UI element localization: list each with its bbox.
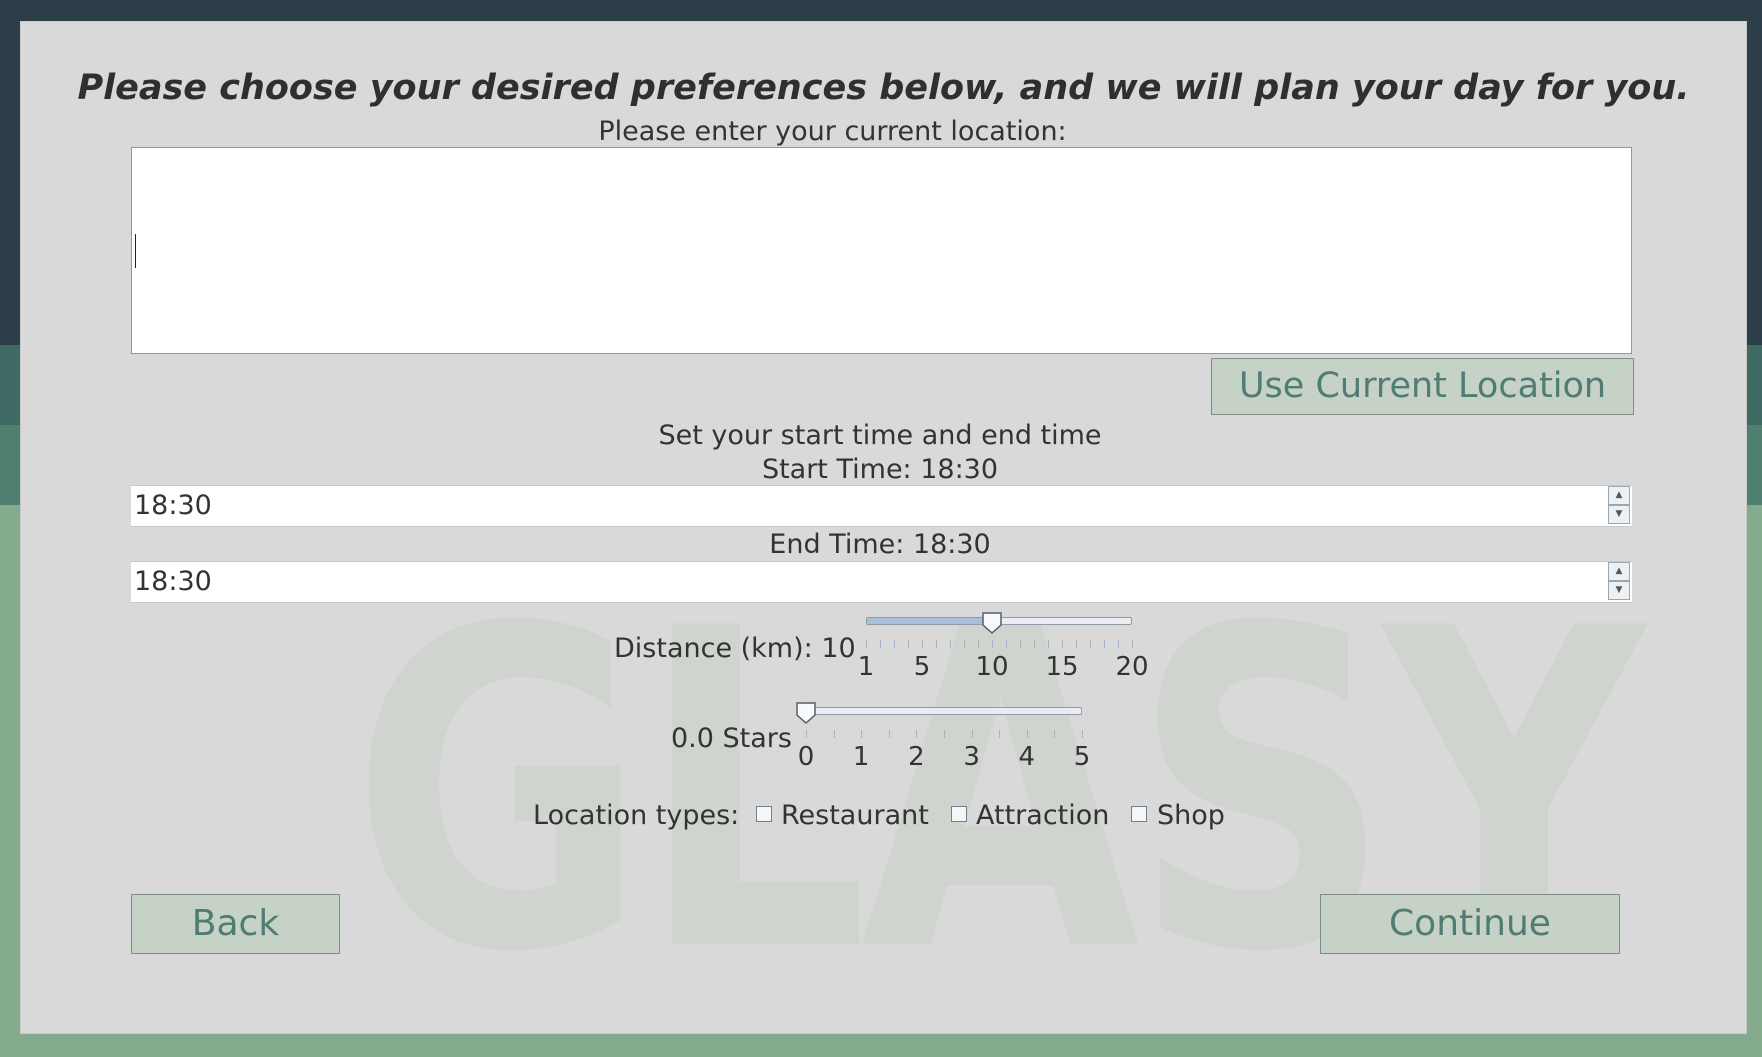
distance-tick-mark xyxy=(922,640,923,648)
rating-tick-mark xyxy=(888,730,890,738)
location-input[interactable] xyxy=(131,147,1632,354)
location-types-label: Location types: xyxy=(533,800,740,831)
start-time-spinner[interactable]: 18:30 ▲ ▼ xyxy=(131,485,1632,527)
distance-tick-mark xyxy=(978,640,979,648)
distance-tick-mark xyxy=(1132,640,1133,648)
distance-tick-label: 15 xyxy=(1045,652,1079,682)
rating-label: 0.0 Stars xyxy=(671,723,792,754)
text-caret xyxy=(135,234,136,268)
use-current-location-button[interactable]: Use Current Location xyxy=(1211,358,1634,415)
distance-tick-mark xyxy=(1076,640,1077,648)
distance-tick-mark xyxy=(950,640,951,648)
distance-tick-mark xyxy=(1034,640,1035,648)
rating-slider-thumb-icon[interactable] xyxy=(796,702,816,724)
distance-tick-label: 1 xyxy=(857,652,875,682)
restaurant-checkbox[interactable] xyxy=(756,806,772,822)
distance-tick-mark xyxy=(1020,640,1021,648)
attraction-checkbox[interactable] xyxy=(951,806,967,822)
start-time-up-arrow-icon[interactable]: ▲ xyxy=(1608,486,1630,505)
rating-tick-label: 4 xyxy=(1018,742,1036,772)
rating-slider[interactable]: 0 1 2 3 4 5 xyxy=(796,702,1090,772)
rating-tick-label: 5 xyxy=(1073,742,1091,772)
start-time-label: Start Time: 18:30 xyxy=(761,454,999,485)
rating-tick-label: 0 xyxy=(797,742,815,772)
shop-checkbox[interactable] xyxy=(1131,806,1147,822)
distance-tick-label: 10 xyxy=(975,652,1009,682)
rating-tick-mark xyxy=(999,730,1001,738)
distance-tick-label: 5 xyxy=(913,652,931,682)
distance-tick-mark xyxy=(908,640,909,648)
attraction-label[interactable]: Attraction xyxy=(976,800,1109,831)
continue-button[interactable]: Continue xyxy=(1320,894,1620,954)
rating-tick-mark xyxy=(1026,730,1028,738)
start-time-value: 18:30 xyxy=(134,490,212,521)
location-label: Please enter your current location: xyxy=(598,116,1067,147)
rating-tick-mark xyxy=(861,730,863,738)
distance-tick-mark xyxy=(992,640,993,648)
distance-tick-mark xyxy=(1062,640,1063,648)
distance-tick-mark xyxy=(964,640,965,648)
shop-label[interactable]: Shop xyxy=(1157,800,1225,831)
rating-tick-label: 2 xyxy=(908,742,925,772)
start-time-down-arrow-icon[interactable]: ▼ xyxy=(1608,505,1630,524)
rating-tick-label: 1 xyxy=(852,742,870,772)
distance-tick-mark xyxy=(880,640,881,648)
time-section-label: Set your start time and end time xyxy=(658,420,1102,451)
rating-tick-mark xyxy=(1082,730,1083,738)
end-time-value: 18:30 xyxy=(134,566,212,597)
rating-tick-mark xyxy=(944,730,945,738)
end-time-label: End Time: 18:30 xyxy=(769,529,991,560)
page-title: Please choose your desired preferences b… xyxy=(77,68,1690,108)
distance-tick-mark xyxy=(1006,640,1007,648)
distance-slider[interactable]: 1 5 10 15 20 xyxy=(858,612,1149,682)
distance-slider-fill xyxy=(867,618,993,624)
distance-tick-label: 20 xyxy=(1115,652,1149,682)
distance-tick-mark xyxy=(1048,640,1049,648)
rating-tick-mark xyxy=(971,730,973,738)
distance-slider-thumb-icon[interactable] xyxy=(982,612,1002,634)
distance-tick-mark xyxy=(936,640,937,648)
distance-tick-mark xyxy=(894,640,895,648)
rating-tick-mark xyxy=(833,730,835,738)
rating-tick-mark xyxy=(806,730,807,738)
distance-label: Distance (km): 10 xyxy=(614,633,856,664)
rating-tick-mark xyxy=(1054,730,1056,738)
distance-tick-mark xyxy=(1118,640,1119,648)
end-time-down-arrow-icon[interactable]: ▼ xyxy=(1608,581,1630,600)
distance-tick-mark xyxy=(1090,640,1091,648)
back-button[interactable]: Back xyxy=(131,894,340,954)
distance-tick-mark xyxy=(866,640,867,648)
rating-tick-label: 3 xyxy=(963,742,980,772)
end-time-up-arrow-icon[interactable]: ▲ xyxy=(1608,562,1630,581)
distance-tick-mark xyxy=(1104,640,1105,648)
restaurant-label[interactable]: Restaurant xyxy=(781,800,929,831)
rating-tick-mark xyxy=(916,730,918,738)
end-time-spinner[interactable]: 18:30 ▲ ▼ xyxy=(131,561,1632,603)
rating-slider-track xyxy=(806,707,1082,715)
